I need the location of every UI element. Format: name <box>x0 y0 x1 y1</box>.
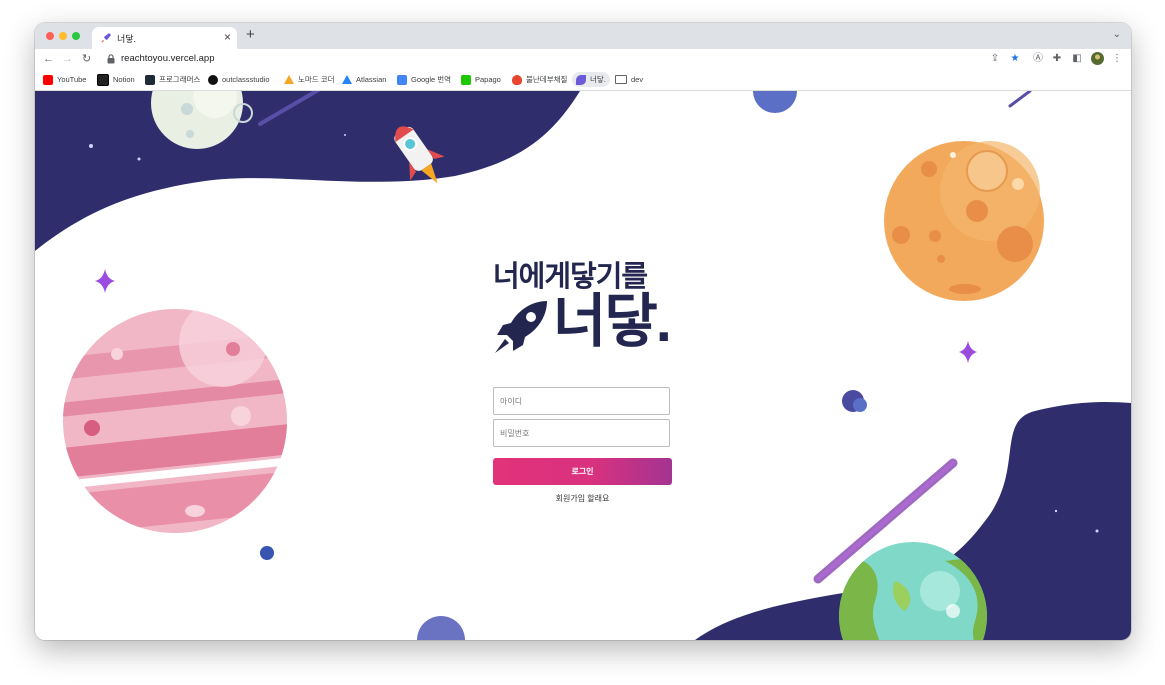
tab-strip: 너닿. × + ⌄ <box>35 23 1131 49</box>
bookmark-label: 노마드 코더 <box>298 75 335 84</box>
bookmark-notion[interactable]: Notion <box>97 72 135 87</box>
github-icon <box>208 74 218 85</box>
google-translate-icon <box>397 74 407 85</box>
bookmark-atlassian[interactable]: Atlassian <box>342 72 386 87</box>
bookmark-label: 불난데부채질 <box>526 75 568 84</box>
youtube-icon <box>43 74 53 85</box>
bookmark-label: YouTube <box>57 75 87 84</box>
small-planet-bottom <box>417 616 465 640</box>
bookmarks-bar: YouTube Notion 프로그래머스 outclassstudio 노마드… <box>35 69 1131 91</box>
programmers-icon <box>145 74 155 85</box>
login-button[interactable]: 로그인 <box>493 458 672 485</box>
tab-title: 너닿. <box>117 34 137 44</box>
rocket-icon <box>576 74 586 85</box>
logo-text: 너닿. <box>553 289 672 354</box>
password-input[interactable] <box>493 419 670 447</box>
new-tab-button[interactable]: + <box>246 26 255 44</box>
bookmark-google-translate[interactable]: Google 번역 <box>397 72 451 87</box>
bookmark-star-icon[interactable]: ★ <box>1008 52 1022 66</box>
browser-toolbar: ← → ↻ reachtoyou.vercel.app ⇪ ★ Ⓐ ✚ ◧ ⋮ <box>35 49 1131 69</box>
forward-button[interactable]: → <box>62 52 73 66</box>
bookmark-outclassstudio[interactable]: outclassstudio <box>208 72 270 87</box>
folder-icon <box>615 75 627 84</box>
bookmark-label: Google 번역 <box>411 75 452 84</box>
profile-avatar[interactable] <box>1090 52 1104 66</box>
bookmark-folder-dev[interactable]: dev <box>615 72 643 87</box>
bookmark-youtube[interactable]: YouTube <box>43 72 86 87</box>
bookmark-fire[interactable]: 불난데부채질 <box>512 72 567 87</box>
minimize-window-button[interactable] <box>59 32 67 40</box>
fire-icon <box>512 74 522 85</box>
lock-icon[interactable] <box>107 54 115 64</box>
bookmark-label: 프로그래머스 <box>159 75 201 84</box>
account-icon[interactable]: Ⓐ <box>1031 52 1045 66</box>
notion-icon <box>97 73 109 86</box>
bookmark-label: 너닿. <box>590 75 606 84</box>
page-viewport: 너에게닿기를 너닿. 로그인 회원가입 할래요 <box>35 91 1131 640</box>
bookmark-label: Atlassian <box>356 75 387 84</box>
small-blue-planet-top <box>753 91 797 113</box>
signup-link[interactable]: 회원가입 할래요 <box>493 493 672 504</box>
share-icon[interactable]: ⇪ <box>988 52 1002 66</box>
menu-kebab-icon[interactable]: ⋮ <box>1110 52 1124 66</box>
maximize-window-button[interactable] <box>72 32 80 40</box>
navy-wave-top <box>35 91 580 251</box>
browser-window: 너닿. × + ⌄ ← → ↻ reachtoyou.vercel.app ⇪ … <box>35 23 1131 640</box>
papago-icon <box>461 74 471 85</box>
reload-button[interactable]: ↻ <box>82 52 91 66</box>
extensions-icon[interactable]: ✚ <box>1050 52 1064 66</box>
side-panel-icon[interactable]: ◧ <box>1070 52 1084 66</box>
atlassian-icon <box>342 75 352 84</box>
address-bar[interactable]: reachtoyou.vercel.app <box>121 53 214 64</box>
space-background <box>35 91 1131 640</box>
logo-rocket-icon <box>495 301 547 353</box>
tab-close-icon[interactable]: × <box>224 30 231 44</box>
nomad-coder-icon <box>284 75 294 84</box>
orange-planet <box>884 141 1044 301</box>
sparkle-right <box>959 341 977 363</box>
rocket-icon <box>101 33 111 43</box>
id-input[interactable] <box>493 387 670 415</box>
bookmark-nomad-coder[interactable]: 노마드 코더 <box>284 72 335 87</box>
back-button[interactable]: ← <box>43 52 54 66</box>
tab-active[interactable]: 너닿. × <box>92 27 237 49</box>
small-planet-left <box>260 546 274 560</box>
tab-search-chevron-icon[interactable]: ⌄ <box>1113 29 1121 40</box>
pink-planet <box>63 309 287 533</box>
bookmark-label: dev <box>631 75 644 84</box>
bookmark-label: Papago <box>475 75 501 84</box>
bookmark-programmers[interactable]: 프로그래머스 <box>145 72 200 87</box>
close-window-button[interactable] <box>46 32 54 40</box>
bookmark-label: Notion <box>113 75 135 84</box>
bookmark-papago[interactable]: Papago <box>461 72 501 87</box>
bookmark-label: outclassstudio <box>222 75 270 84</box>
sparkle-left <box>95 269 115 293</box>
bookmark-neodah[interactable]: 너닿. <box>572 72 610 87</box>
